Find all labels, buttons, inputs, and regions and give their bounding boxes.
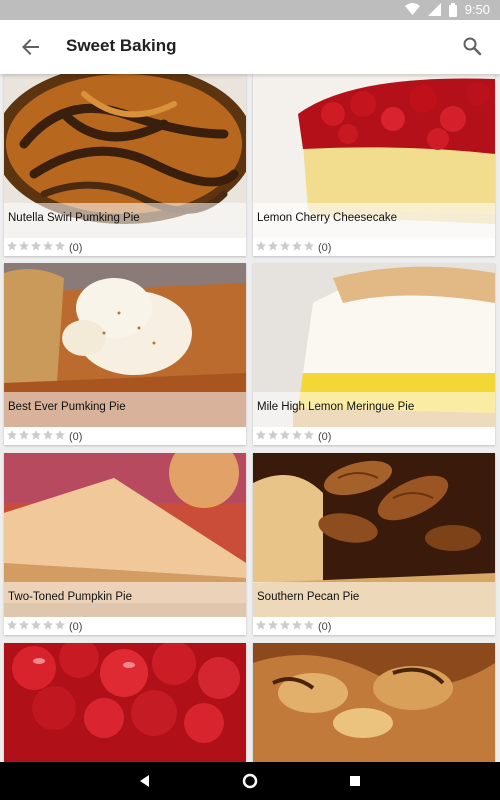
recipe-title: Two-Toned Pumpkin Pie — [8, 591, 133, 603]
nav-recents-icon[interactable] — [345, 771, 365, 791]
star-empty-icon — [55, 430, 65, 440]
star-empty-icon — [19, 620, 29, 630]
nav-home-icon[interactable] — [240, 771, 260, 791]
recipe-card[interactable]: Two-Toned Pumpkin Pie (0) — [4, 453, 246, 635]
star-empty-icon — [19, 430, 29, 440]
star-empty-icon — [55, 241, 65, 251]
app-bar: Sweet Baking — [0, 20, 500, 74]
star-empty-icon — [292, 430, 302, 440]
battery-icon — [448, 2, 457, 17]
star-rating — [255, 240, 315, 255]
recipe-card[interactable] — [253, 643, 495, 762]
star-empty-icon — [43, 241, 53, 251]
star-empty-icon — [268, 241, 278, 251]
star-empty-icon — [280, 620, 290, 630]
rating-count: (0) — [69, 241, 83, 254]
star-empty-icon — [31, 241, 41, 251]
star-empty-icon — [31, 620, 41, 630]
status-bar: 9:50 — [0, 0, 500, 20]
rating-count: (0) — [69, 430, 83, 443]
rating: (0) — [255, 429, 331, 444]
star-rating — [255, 429, 315, 444]
nav-bar — [0, 762, 500, 800]
star-empty-icon — [55, 620, 65, 630]
star-empty-icon — [268, 620, 278, 630]
rating: (0) — [6, 240, 82, 255]
recipe-title: Mile High Lemon Meringue Pie — [257, 401, 415, 413]
star-empty-icon — [304, 620, 314, 630]
star-empty-icon — [256, 620, 266, 630]
rating-count: (0) — [318, 430, 332, 443]
arrow-back-icon[interactable] — [18, 35, 44, 59]
status-time: 9:50 — [464, 2, 490, 17]
search-icon[interactable] — [460, 34, 484, 58]
star-empty-icon — [292, 620, 302, 630]
recipe-card[interactable]: Southern Pecan Pie (0) — [253, 453, 495, 635]
wifi-icon — [404, 3, 420, 15]
star-empty-icon — [280, 241, 290, 251]
star-empty-icon — [43, 620, 53, 630]
rating: (0) — [6, 429, 82, 444]
recipe-card[interactable]: Mile High Lemon Meringue Pie (0) — [253, 263, 495, 445]
star-empty-icon — [7, 241, 17, 251]
star-empty-icon — [304, 430, 314, 440]
recipe-title: Lemon Cherry Cheesecake — [257, 212, 397, 224]
star-empty-icon — [280, 430, 290, 440]
star-empty-icon — [19, 241, 29, 251]
recipe-grid[interactable]: Nutella Swirl Pumking Pie (0) Lemon Cher… — [0, 74, 500, 762]
nav-back-icon[interactable] — [135, 771, 155, 791]
star-empty-icon — [256, 241, 266, 251]
star-rating — [6, 240, 66, 255]
recipe-title: Best Ever Pumking Pie — [8, 401, 126, 413]
star-empty-icon — [292, 241, 302, 251]
star-empty-icon — [31, 430, 41, 440]
rating-count: (0) — [318, 620, 332, 633]
star-empty-icon — [7, 620, 17, 630]
star-empty-icon — [268, 430, 278, 440]
rating: (0) — [6, 619, 82, 634]
page-title: Sweet Baking — [66, 36, 177, 55]
star-rating — [255, 619, 315, 634]
recipe-card[interactable]: Lemon Cherry Cheesecake (0) — [253, 74, 495, 256]
star-rating — [6, 619, 66, 634]
star-rating — [6, 429, 66, 444]
recipe-card[interactable] — [4, 643, 246, 762]
star-empty-icon — [7, 430, 17, 440]
star-empty-icon — [43, 430, 53, 440]
star-empty-icon — [256, 430, 266, 440]
recipe-title: Southern Pecan Pie — [257, 591, 360, 603]
rating-count: (0) — [69, 620, 83, 633]
recipe-title: Nutella Swirl Pumking Pie — [8, 212, 140, 224]
rating: (0) — [255, 619, 331, 634]
recipe-card[interactable]: Best Ever Pumking Pie (0) — [4, 263, 246, 445]
recipe-photo — [4, 643, 246, 762]
signal-icon — [427, 3, 441, 16]
recipe-photo — [253, 643, 495, 762]
star-empty-icon — [304, 241, 314, 251]
rating: (0) — [255, 240, 331, 255]
rating-count: (0) — [318, 241, 332, 254]
recipe-card[interactable]: Nutella Swirl Pumking Pie (0) — [4, 74, 246, 256]
